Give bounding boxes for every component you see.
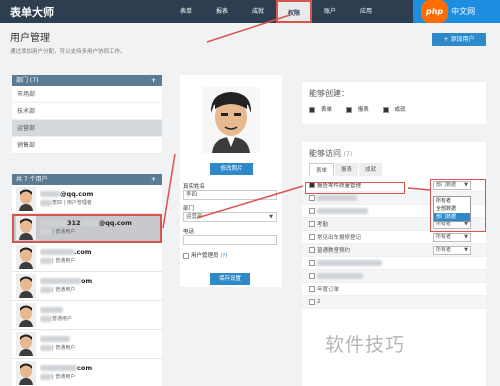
arrow-line xyxy=(206,14,291,43)
watermark-text: 软件技巧 xyxy=(325,334,406,356)
arrow-line xyxy=(196,185,304,219)
arrow-line xyxy=(407,187,431,191)
annotation-arrows xyxy=(162,14,431,229)
arrow-line xyxy=(162,153,176,229)
